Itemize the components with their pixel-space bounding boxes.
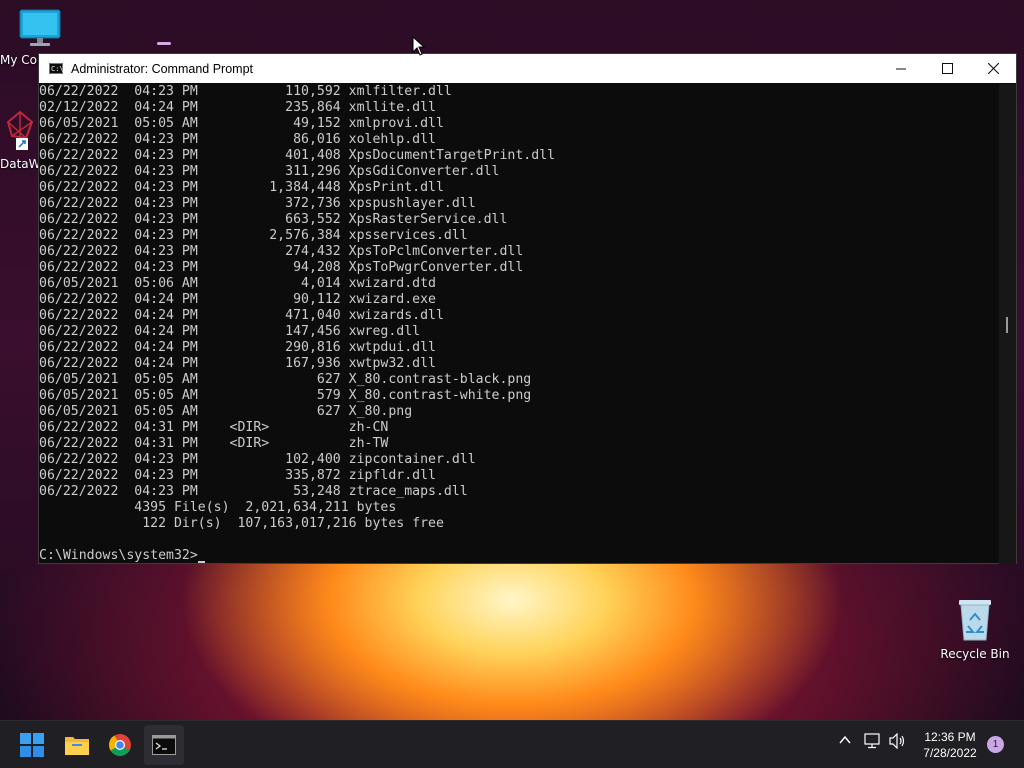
console-line: 06/22/2022 04:23 PM 86,016 xolehlp.dll (39, 132, 436, 147)
console-line: 06/05/2021 05:06 AM 4,014 xwizard.dtd (39, 276, 436, 291)
notification-badge[interactable]: 1 (987, 736, 1004, 753)
chevron-up-icon[interactable] (838, 733, 852, 747)
command-prompt-line[interactable]: C:\Windows\system32> (39, 548, 999, 564)
taskbar-file-explorer[interactable] (57, 725, 97, 765)
maximize-icon (941, 63, 953, 74)
taskbar-command-prompt[interactable] (144, 725, 184, 765)
console-line: 06/22/2022 04:23 PM 110,592 xmlfilter.dl… (39, 84, 452, 99)
volume-icon[interactable] (889, 733, 907, 749)
console-line: 06/22/2022 04:23 PM 94,208 XpsToPwgrConv… (39, 260, 524, 275)
console-line: 06/22/2022 04:23 PM 102,400 zipcontainer… (39, 452, 476, 467)
console-line: 06/05/2021 05:05 AM 627 X_80.png (39, 404, 413, 419)
minimize-button[interactable] (878, 54, 924, 83)
scrollbar-thumb[interactable] (1006, 317, 1008, 333)
console-line: 02/12/2022 04:24 PM 235,864 xmllite.dll (39, 100, 436, 115)
console-line: 06/22/2022 04:23 PM 2,576,384 xpsservice… (39, 228, 468, 243)
start-button[interactable] (12, 725, 52, 765)
minimize-icon (896, 68, 906, 69)
system-clock[interactable]: 12:36 PM 7/28/2022 (910, 729, 990, 761)
text-cursor (197, 561, 205, 563)
console-line: 06/22/2022 04:24 PM 471,040 xwizards.dll (39, 308, 444, 323)
console-line: 06/22/2022 04:31 PM <DIR> zh-TW (39, 436, 389, 451)
recycle-bin-icon (959, 600, 991, 641)
console-line: 06/22/2022 04:23 PM 1,384,448 XpsPrint.d… (39, 180, 444, 195)
mouse-pointer-icon (412, 36, 426, 56)
console-line: 06/22/2022 04:24 PM 90,112 xwizard.exe (39, 292, 436, 307)
console-line: 06/22/2022 04:24 PM 147,456 xwreg.dll (39, 324, 421, 339)
window-title: Administrator: Command Prompt (71, 61, 254, 76)
console-line: 06/22/2022 04:23 PM 401,408 XpsDocumentT… (39, 148, 556, 163)
clock-time: 12:36 PM (924, 730, 976, 744)
window-titlebar[interactable]: C:\ Administrator: Command Prompt (39, 54, 1016, 83)
desktop-icon-label: Recycle Bin (940, 647, 1010, 661)
monitor-icon (19, 9, 61, 46)
chrome-icon (109, 734, 131, 756)
console-line: 06/22/2022 04:23 PM 335,872 zipfldr.dll (39, 468, 436, 483)
command-prompt-icon (152, 735, 176, 755)
console-line: 06/05/2021 05:05 AM 579 X_80.contrast-wh… (39, 388, 532, 403)
console-line: 06/22/2022 04:24 PM 167,936 xwtpw32.dll (39, 356, 436, 371)
file-explorer-icon (65, 737, 89, 755)
console-line: 06/22/2022 04:23 PM 53,248 ztrace_maps.d… (39, 484, 468, 499)
close-icon (987, 63, 999, 74)
close-button[interactable] (970, 54, 1016, 83)
console-line: 06/22/2022 04:24 PM 290,816 xwtpdui.dll (39, 340, 436, 355)
taskbar-chrome[interactable] (100, 725, 140, 765)
windows-start-icon (20, 733, 44, 757)
active-app-indicator (157, 42, 171, 45)
datawizard-shortcut-icon (6, 110, 34, 150)
console-line: 122 Dir(s) 107,163,017,216 bytes free (39, 516, 444, 531)
console-line: 06/05/2021 05:05 AM 49,152 xmlprovi.dll (39, 116, 444, 131)
console-line: 06/22/2022 04:23 PM 274,432 XpsToPclmCon… (39, 244, 524, 259)
cmd-icon: C:\ (49, 63, 64, 74)
console-line: 06/22/2022 04:23 PM 311,296 XpsGdiConver… (39, 164, 500, 179)
console-line: 06/05/2021 05:05 AM 627 X_80.contrast-bl… (39, 372, 532, 387)
console-line: 06/22/2022 04:23 PM 372,736 xpspushlayer… (39, 196, 476, 211)
prompt-text: C:\Windows\system32> (39, 548, 198, 563)
command-prompt-window[interactable]: C:\ Administrator: Command Prompt 06/22/… (38, 53, 1017, 564)
taskbar: 12:36 PM 7/28/2022 (0, 720, 1024, 768)
maximize-button[interactable] (924, 54, 970, 83)
console-line: 06/22/2022 04:23 PM 663,552 XpsRasterSer… (39, 212, 508, 227)
desktop-icon-recycle-bin[interactable]: Recycle Bin (940, 596, 1010, 661)
vertical-scrollbar[interactable] (999, 84, 1016, 564)
clock-date: 7/28/2022 (923, 746, 977, 760)
console-line: 4395 File(s) 2,021,634,211 bytes (39, 500, 397, 515)
network-icon[interactable] (864, 733, 882, 749)
console-output[interactable]: 06/22/2022 04:23 PM 110,592 xmlfilter.dl… (39, 84, 999, 564)
console-line: 06/22/2022 04:31 PM <DIR> zh-CN (39, 420, 389, 435)
